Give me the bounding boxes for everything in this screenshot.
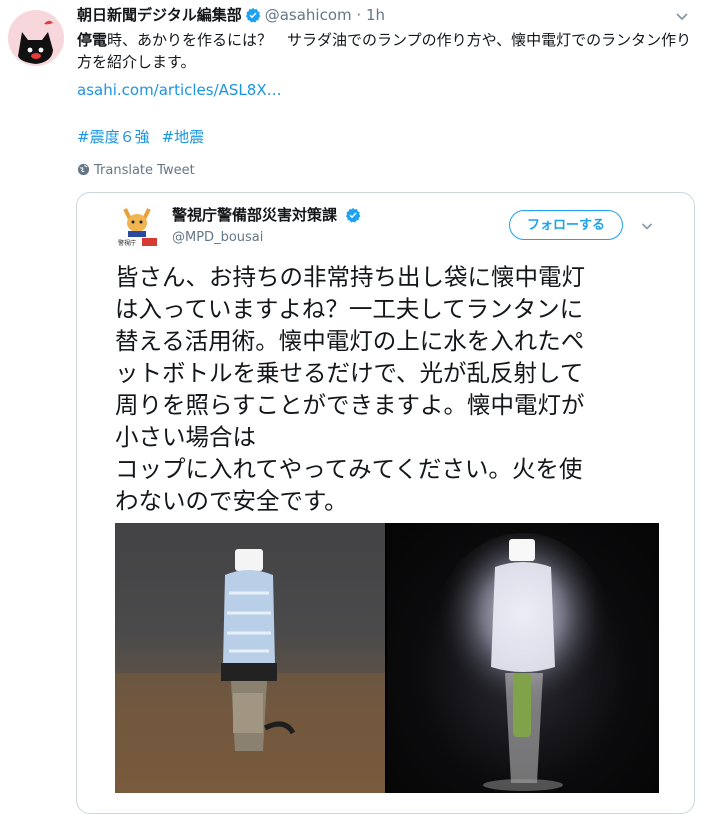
hashtag-earthquake-intensity[interactable]: #震度６強 (77, 128, 150, 146)
lantern-photo-dark-room[interactable] (387, 523, 659, 793)
quoted-text-line: 皆さん、お持ちの非常持ち出し袋に懐中電灯 (115, 263, 585, 291)
tweet-text-bold: 停電 (77, 31, 108, 49)
quoted-author-name[interactable]: 警視庁警備部災害対策課 (172, 205, 361, 225)
tweet-header: 朝日新聞デジタル編集部 @asahicom · 1h (77, 4, 637, 26)
quoted-tweet-text: 皆さん、お持ちの非常持ち出し袋に懐中電灯 は入っていますよね？一工夫してランタン… (115, 261, 685, 517)
quoted-text-line: 小さい場合は (115, 423, 256, 451)
quoted-text-line: 周りを照らすことができますよ。懐中電灯が (115, 391, 585, 419)
verified-badge-icon (345, 207, 361, 223)
article-link[interactable]: asahi.com/articles/ASL8X… (77, 80, 282, 100)
quoted-text-line: ットボトルを乗せるだけで、光が乱反射して (115, 359, 584, 387)
author-handle[interactable]: @asahicom (265, 6, 352, 24)
lantern-photo-lit-room[interactable] (115, 523, 385, 793)
separator-dot: · (356, 6, 362, 24)
translate-label: Translate Tweet (94, 163, 195, 178)
verified-badge-icon (245, 7, 261, 23)
quoted-text-line: 替える活用術。懐中電灯の上に水を入れたペ (115, 327, 585, 355)
quoted-text-line: コップに入れてやってみてください。火を使 (115, 455, 583, 483)
quoted-text-line: は入っていますよね？一工夫してランタンに (115, 295, 584, 323)
globe-icon (77, 163, 90, 176)
tweet-text: 停電時、あかりを作るには？ サラダ油でのランプの作り方や、懐中電灯でのランタン作… (77, 29, 697, 73)
hashtag-earthquake[interactable]: #地震 (162, 128, 205, 146)
quoted-tweet-card[interactable]: 警視庁 警視庁警備部災害対策課 @MPD_bousai フォローする 皆さん、お… (76, 192, 695, 814)
cat-avatar-icon (8, 10, 64, 66)
chevron-down-icon[interactable] (639, 218, 655, 234)
quoted-name-text: 警視庁警備部災害対策課 (172, 206, 338, 224)
author-name[interactable]: 朝日新聞デジタル編集部 (77, 6, 242, 24)
follow-button[interactable]: フォローする (509, 210, 623, 240)
tweet-text-body: 時、あかりを作るには？ サラダ油でのランプの作り方や、懐中電灯でのランタン作り方… (77, 31, 692, 71)
police-mascot-avatar[interactable]: 警視庁 (115, 203, 159, 247)
chevron-down-icon[interactable] (672, 6, 692, 26)
author-avatar[interactable] (8, 10, 64, 66)
avatar-badge-text: 警視庁 (118, 239, 136, 247)
tweet-timestamp[interactable]: 1h (366, 6, 385, 24)
translate-tweet-button[interactable]: Translate Tweet (77, 162, 195, 180)
hashtag-list: #震度６強 #地震 (77, 127, 216, 147)
quoted-text-line: わないので安全です。 (115, 487, 348, 515)
quoted-author-handle[interactable]: @MPD_bousai (172, 229, 263, 247)
photo-grid (115, 523, 659, 793)
